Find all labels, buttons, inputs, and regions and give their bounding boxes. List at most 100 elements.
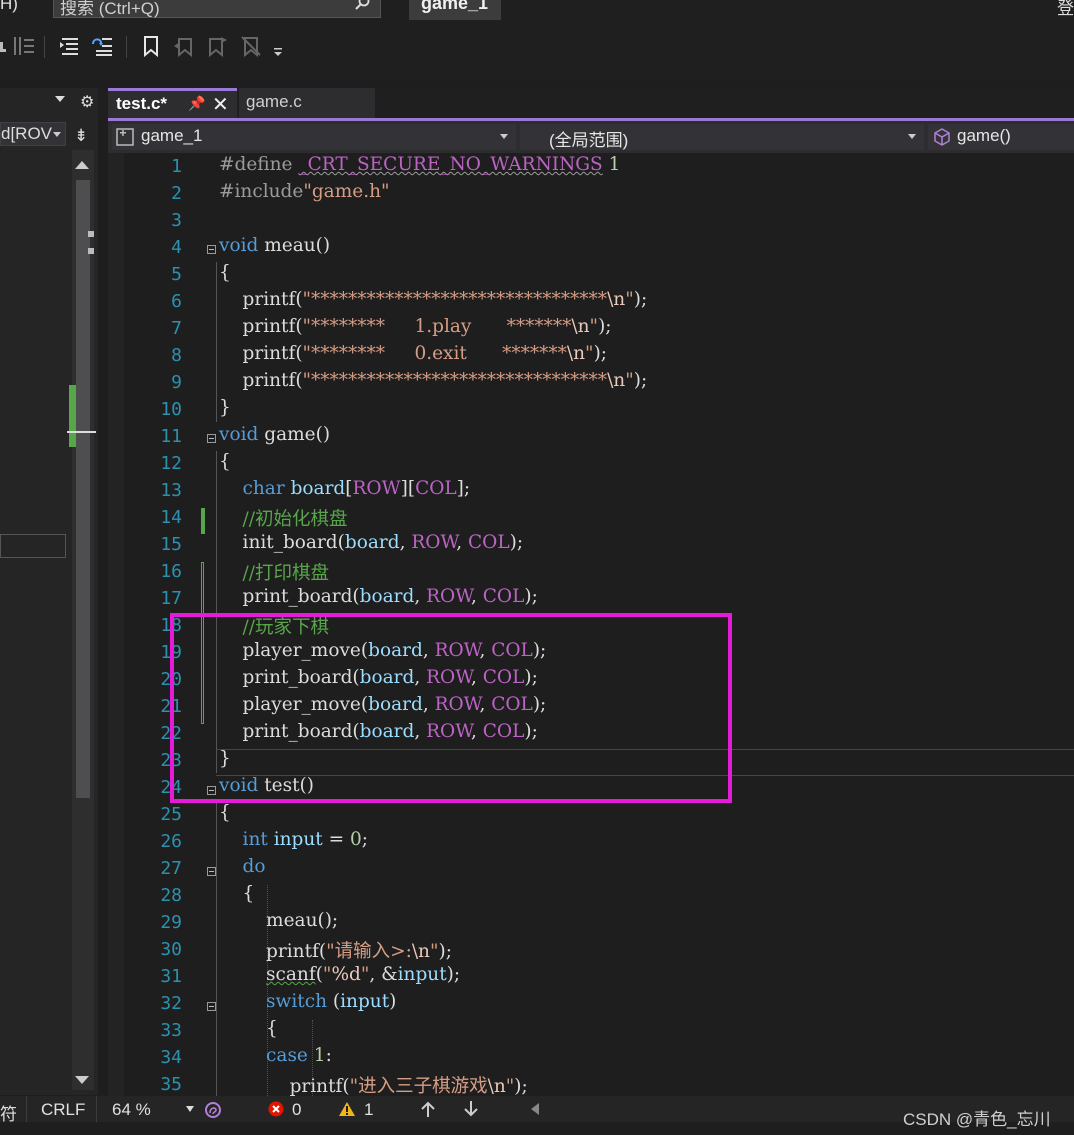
project-title: game_1	[421, 0, 489, 13]
line-number: 4	[171, 237, 182, 258]
scrollbar-thumb[interactable]	[76, 180, 90, 798]
clear-bookmarks-icon[interactable]	[239, 34, 263, 58]
pin-icon[interactable]: 📌	[188, 95, 205, 112]
comment-lines-icon[interactable]	[58, 34, 82, 58]
code-line[interactable]: //初始化棋盘	[219, 505, 348, 531]
bookmark-icon[interactable]	[140, 34, 162, 58]
fold-toggle-icon[interactable]	[207, 867, 216, 876]
outdent-icon[interactable]	[12, 34, 36, 58]
arrow-down-icon[interactable]	[463, 1100, 479, 1118]
code-line[interactable]: scanf("%d", &input);	[219, 964, 460, 985]
chevron-down-icon	[53, 132, 61, 137]
code-line[interactable]: switch (input)	[219, 991, 396, 1012]
line-number: 1	[171, 156, 182, 177]
menu-help-fragment[interactable]: H)	[0, 0, 18, 14]
structure-guide	[216, 803, 217, 1096]
panel-input-field[interactable]	[0, 534, 66, 558]
code-line[interactable]: init_board(board, ROW, COL);	[219, 532, 524, 553]
toolbar-icon-partial[interactable]	[0, 34, 8, 58]
fold-toggle-icon[interactable]	[207, 434, 216, 443]
sign-in-fragment[interactable]: 登	[1057, 0, 1074, 19]
split-icon[interactable]: ⇟	[74, 126, 88, 146]
line-number: 28	[160, 885, 182, 906]
line-number: 32	[160, 993, 182, 1014]
error-count[interactable]: 0	[292, 1100, 301, 1120]
next-bookmark-icon[interactable]	[205, 34, 229, 58]
member-combo-text: game()	[957, 126, 1011, 145]
change-marker-overview	[69, 385, 76, 447]
error-icon[interactable]	[268, 1101, 284, 1117]
line-number: 14	[160, 507, 182, 528]
previous-bookmark-icon[interactable]	[172, 34, 196, 58]
code-line[interactable]: {	[219, 451, 231, 472]
search-box[interactable]: 搜索 (Ctrl+Q)	[53, 0, 381, 18]
uncomment-lines-icon[interactable]	[90, 34, 114, 58]
warning-icon[interactable]	[338, 1101, 356, 1117]
line-number: 34	[160, 1047, 182, 1068]
line-number: 35	[160, 1074, 182, 1095]
line-number: 8	[171, 345, 182, 366]
project-combo-text: game_1	[141, 126, 203, 145]
code-line[interactable]: #include"game.h"	[219, 181, 390, 202]
code-line[interactable]: #define _CRT_SECURE_NO_WARNINGS 1	[219, 154, 620, 175]
search-placeholder: 搜索 (Ctrl+Q)	[60, 0, 160, 18]
tab-game-c[interactable]: game.c	[239, 88, 375, 118]
fold-toggle-icon[interactable]	[207, 245, 216, 254]
chevron-down-icon[interactable]	[53, 94, 67, 104]
code-line[interactable]: printf("********************************…	[219, 289, 648, 310]
tab-test-c[interactable]: test.c* 📌 ✕	[108, 88, 237, 118]
line-number: 11	[160, 426, 182, 447]
code-line[interactable]: {	[219, 262, 231, 283]
code-line[interactable]: int input = 0;	[219, 829, 368, 850]
code-line[interactable]: {	[219, 883, 255, 904]
code-line[interactable]: printf("********************************…	[219, 370, 648, 391]
code-line[interactable]: {	[219, 802, 231, 823]
code-line[interactable]: void game()	[219, 424, 330, 445]
toolbar-overflow-icon[interactable]	[272, 34, 284, 58]
chevron-down-icon	[500, 134, 508, 139]
line-number: 10	[160, 399, 182, 420]
member-combo[interactable]: d[ROV	[0, 122, 66, 146]
line-number: 12	[160, 453, 182, 474]
status-separator	[26, 1096, 97, 1122]
scroll-up-icon[interactable]	[75, 161, 89, 169]
line-number: 9	[171, 372, 182, 393]
code-line[interactable]: char board[ROW][COL];	[219, 478, 471, 499]
code-line[interactable]: printf("******** 0.exit *******\n");	[219, 343, 608, 364]
chevron-down-icon	[908, 134, 916, 139]
warning-count[interactable]: 1	[364, 1100, 373, 1120]
code-line[interactable]: meau();	[219, 910, 338, 931]
zoom-level[interactable]: 64 %	[112, 1100, 151, 1120]
code-line[interactable]: //打印棋盘	[219, 559, 329, 585]
close-icon[interactable]: ✕	[212, 92, 229, 117]
chevron-down-icon[interactable]	[185, 1105, 195, 1113]
watermark: CSDN @青色_忘川	[903, 1110, 1051, 1129]
toolbar-separator	[44, 36, 45, 58]
code-line[interactable]: printf("请输入>:\n");	[219, 937, 452, 963]
selection-margin[interactable]	[108, 153, 124, 1096]
title-bar: H) 搜索 (Ctrl+Q) game_1 登	[0, 0, 1074, 22]
project-title-badge: game_1	[409, 0, 501, 20]
gear-icon[interactable]: ⚙	[80, 92, 94, 112]
line-number: 2	[171, 183, 182, 204]
code-line[interactable]: {	[219, 1018, 278, 1039]
code-line[interactable]: do	[219, 856, 266, 877]
line-number: 30	[160, 939, 182, 960]
line-number: 33	[160, 1020, 182, 1041]
fold-toggle-icon[interactable]	[207, 1002, 216, 1011]
scroll-down-icon[interactable]	[75, 1076, 89, 1084]
scroll-left-icon[interactable]	[530, 1102, 540, 1116]
search-icon[interactable]	[354, 0, 370, 11]
overview-marker	[88, 248, 94, 254]
code-line[interactable]: print_board(board, ROW, COL);	[219, 586, 538, 607]
line-number: 13	[160, 480, 182, 501]
structure-guide	[216, 262, 217, 422]
code-line[interactable]: void meau()	[219, 235, 330, 256]
code-line[interactable]: }	[219, 397, 231, 418]
code-line[interactable]: case 1:	[219, 1045, 332, 1066]
overview-marker	[88, 231, 94, 237]
intellicode-icon[interactable]	[203, 1100, 223, 1120]
arrow-up-icon[interactable]	[420, 1100, 436, 1118]
code-line[interactable]: printf("进入三子棋游戏\n");	[219, 1072, 528, 1098]
code-line[interactable]: printf("******** 1.play *******\n");	[219, 316, 612, 337]
